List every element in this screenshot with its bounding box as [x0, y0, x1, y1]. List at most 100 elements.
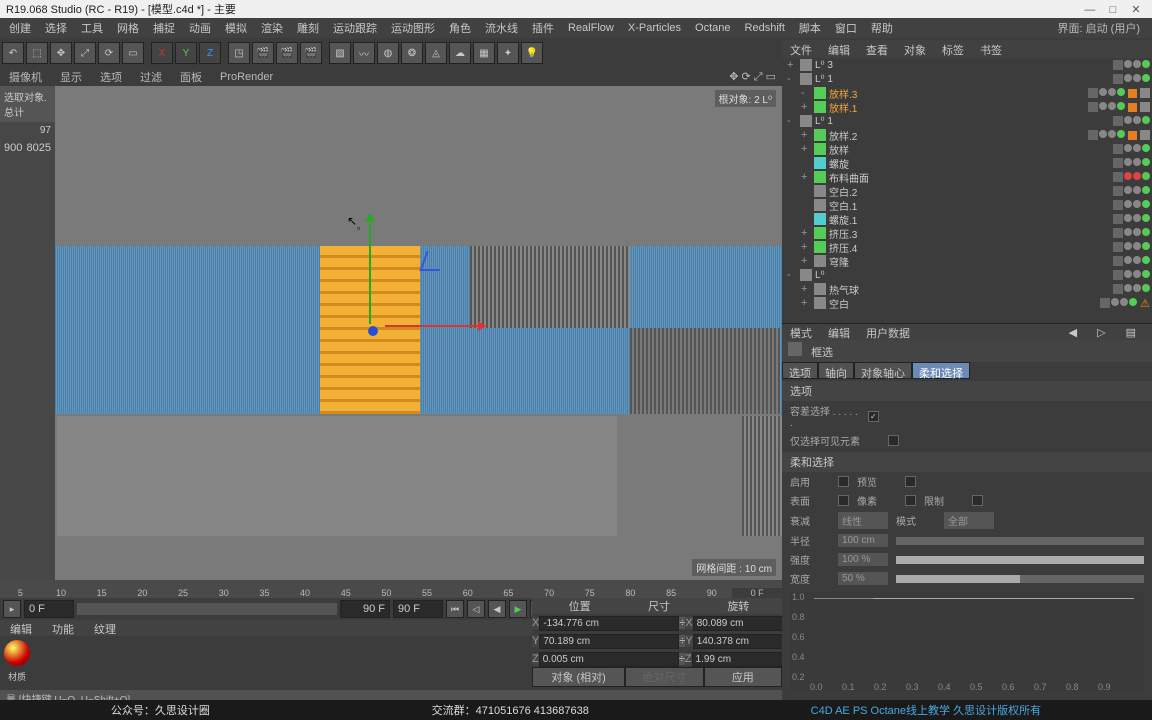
history-back-icon[interactable]: ◀: [1061, 325, 1085, 339]
spline-icon[interactable]: 〰: [353, 42, 375, 64]
falloff-curve[interactable]: 1.00.80.60.40.20.00.10.20.30.40.50.60.70…: [790, 592, 1144, 692]
visibility-dots[interactable]: [1113, 158, 1150, 168]
menu-渲染[interactable]: 渲染: [254, 18, 290, 38]
mattab-功能[interactable]: 功能: [42, 620, 84, 636]
obj-name[interactable]: 热气球: [829, 282, 1110, 297]
objmgr-tab-编辑[interactable]: 编辑: [820, 40, 858, 58]
obj-row[interactable]: -L⁰: [782, 268, 1152, 282]
menu-X-Particles[interactable]: X-Particles: [621, 20, 688, 36]
expand-icon[interactable]: +: [801, 297, 811, 309]
timeline-ruler[interactable]: 510152025303540455055606570758085900 F: [0, 580, 782, 598]
nurbs-icon[interactable]: ◍: [377, 42, 399, 64]
close-button[interactable]: ✕: [1126, 3, 1146, 16]
expand-icon[interactable]: +: [801, 241, 811, 253]
menu-网格[interactable]: 网格: [110, 18, 146, 38]
visibility-dots[interactable]: [1113, 228, 1150, 238]
obj-name[interactable]: L⁰ 1: [815, 74, 1110, 85]
cube-icon[interactable]: ▧: [329, 42, 351, 64]
obj-row[interactable]: 空白.2: [782, 184, 1152, 198]
obj-name[interactable]: 螺旋: [829, 156, 1110, 171]
axis-x-toggle[interactable]: X: [151, 42, 173, 64]
scale-icon[interactable]: ⤢: [74, 42, 96, 64]
edge-checkbox[interactable]: [905, 495, 916, 506]
enable-chk-icon[interactable]: [1113, 270, 1123, 280]
expand-icon[interactable]: -: [787, 115, 797, 127]
strength-slider[interactable]: [896, 556, 1144, 564]
render-icon[interactable]: 🎬: [252, 42, 274, 64]
menu-运动图形[interactable]: 运动图形: [384, 18, 442, 38]
menu-创建[interactable]: 创建: [2, 18, 38, 38]
obj-row[interactable]: -放样.3: [782, 86, 1152, 100]
enable-chk-icon[interactable]: [1113, 116, 1123, 126]
strength-field[interactable]: 100 %: [838, 553, 888, 566]
frame-current-field[interactable]: [393, 600, 443, 618]
falloff-combo[interactable]: 线性: [838, 512, 888, 529]
obj-row[interactable]: +空白⚠: [782, 296, 1152, 310]
visibility-dots[interactable]: [1113, 270, 1150, 280]
texture-tag-icon[interactable]: [1128, 103, 1137, 112]
material-item[interactable]: 材质: [0, 636, 34, 683]
visibility-dots[interactable]: [1113, 186, 1150, 196]
obj-row[interactable]: +L⁰ 3: [782, 58, 1152, 72]
viewtab-选项[interactable]: 选项: [91, 67, 131, 87]
expand-icon[interactable]: +: [801, 171, 811, 183]
visibility-dots[interactable]: [1113, 144, 1150, 154]
timeline-slider[interactable]: [77, 603, 337, 615]
gizmo-y-axis[interactable]: [369, 214, 371, 324]
preview-checkbox[interactable]: [905, 476, 916, 487]
expand-icon[interactable]: +: [801, 227, 811, 239]
obj-name[interactable]: L⁰: [815, 270, 1110, 281]
menu-雕刻[interactable]: 雕刻: [290, 18, 326, 38]
menu-角色[interactable]: 角色: [442, 18, 478, 38]
objmgr-tab-标签[interactable]: 标签: [934, 40, 972, 58]
obj-name[interactable]: 放样.3: [829, 86, 1085, 101]
objmgr-tab-文件[interactable]: 文件: [782, 40, 820, 58]
radius-slider[interactable]: [896, 537, 1144, 545]
expand-icon[interactable]: +: [801, 255, 811, 267]
coord-mode-button[interactable]: 对象 (相对): [532, 667, 625, 687]
menu-流水线[interactable]: 流水线: [478, 18, 525, 38]
history-fwd-icon[interactable]: ▷: [1089, 325, 1113, 339]
render-settings-icon[interactable]: 🎬: [300, 42, 322, 64]
enable-chk-icon[interactable]: [1088, 102, 1098, 112]
menu-插件[interactable]: 插件: [525, 18, 561, 38]
menu-窗口[interactable]: 窗口: [828, 18, 864, 38]
visibility-dots[interactable]: [1088, 102, 1125, 112]
width-field[interactable]: 50 %: [838, 572, 888, 585]
radius-field[interactable]: 100 cm: [838, 534, 888, 547]
surface-checkbox[interactable]: [838, 495, 849, 506]
obj-row[interactable]: +挤压.4: [782, 240, 1152, 254]
visibility-dots[interactable]: [1113, 256, 1150, 266]
menu-RealFlow[interactable]: RealFlow: [561, 20, 621, 36]
enable-chk-icon[interactable]: [1113, 186, 1123, 196]
obj-row[interactable]: +布料曲面: [782, 170, 1152, 184]
menu-模拟[interactable]: 模拟: [218, 18, 254, 38]
tag-chk-icon[interactable]: [1140, 130, 1150, 140]
layout-indicator[interactable]: 界面: 启动 (用户): [1051, 18, 1151, 38]
obj-row[interactable]: +穹隆: [782, 254, 1152, 268]
viewtab-ProRender[interactable]: ProRender: [211, 69, 282, 85]
menu-运动跟踪[interactable]: 运动跟踪: [326, 18, 384, 38]
obj-name[interactable]: 放样.2: [829, 128, 1085, 143]
undo-icon[interactable]: ↶: [2, 42, 24, 64]
visibility-dots[interactable]: [1113, 116, 1150, 126]
width-slider[interactable]: [896, 575, 1144, 583]
visibility-dots[interactable]: [1113, 214, 1150, 224]
enable-chk-icon[interactable]: [1113, 214, 1123, 224]
enable-checkbox[interactable]: [838, 476, 849, 487]
obj-name[interactable]: 挤压.3: [829, 226, 1110, 241]
obj-row[interactable]: -L⁰ 1: [782, 72, 1152, 86]
select-icon[interactable]: ⬚: [26, 42, 48, 64]
visibility-dots[interactable]: [1113, 60, 1150, 70]
obj-name[interactable]: 放样: [829, 142, 1110, 157]
objmgr-tab-书签[interactable]: 书签: [972, 40, 1010, 58]
coord-size-button[interactable]: 绝对尺寸: [625, 667, 703, 687]
visibility-dots[interactable]: [1113, 172, 1150, 182]
rotate-icon[interactable]: ⟳: [98, 42, 120, 64]
obj-row[interactable]: +热气球: [782, 282, 1152, 296]
step-back-icon[interactable]: ◁: [467, 600, 485, 618]
obj-row[interactable]: +放样.1: [782, 100, 1152, 114]
obj-name[interactable]: 放样.1: [829, 100, 1085, 115]
light-icon[interactable]: ✦: [497, 42, 519, 64]
enable-chk-icon[interactable]: [1113, 256, 1123, 266]
